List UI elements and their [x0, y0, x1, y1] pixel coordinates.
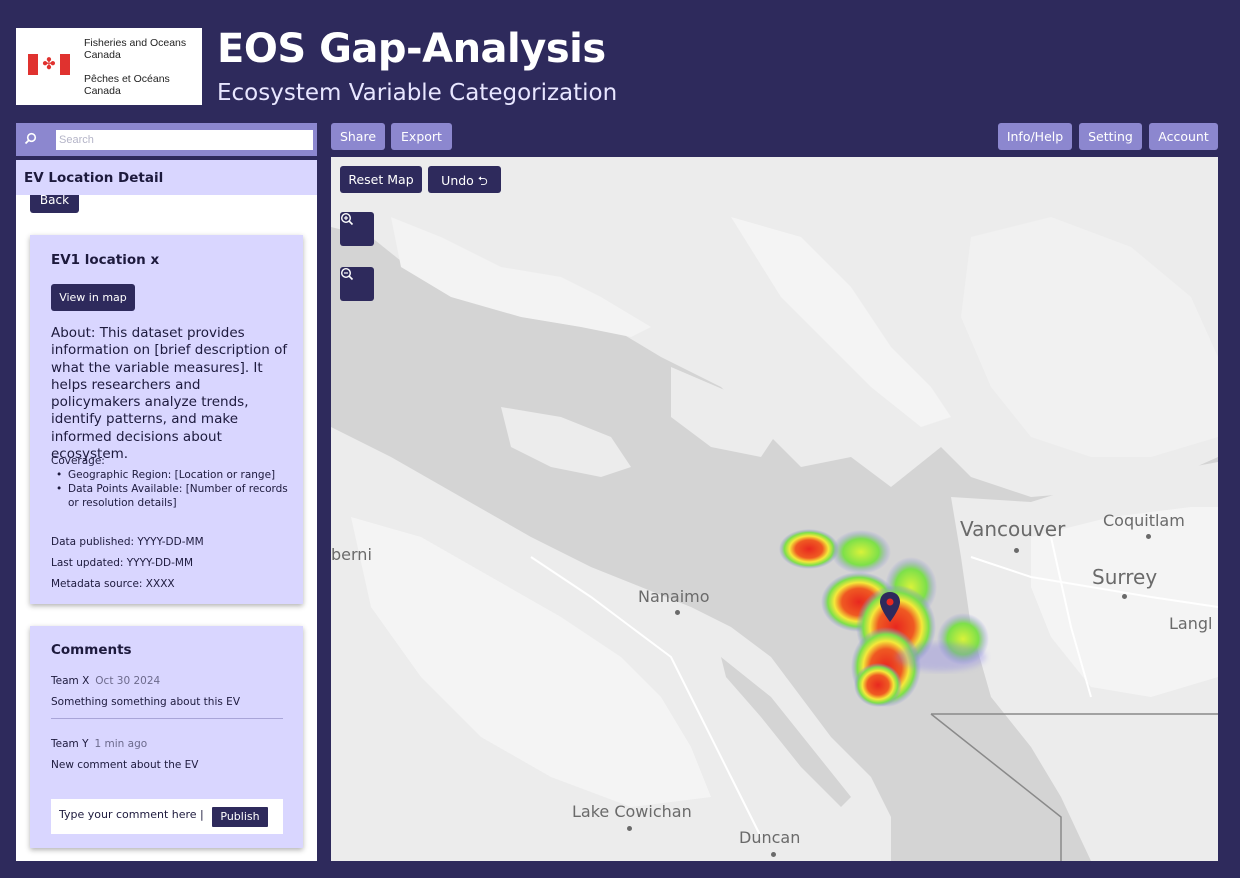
place-label-coquitlam: Coquitlam — [1103, 511, 1185, 530]
comment-author: Team X — [51, 675, 90, 687]
metadata-source: Metadata source: XXXX — [51, 578, 175, 590]
reset-map-button[interactable]: Reset Map — [340, 166, 422, 193]
comments-title: Comments — [51, 642, 132, 658]
ev-coverage: Coverage: Geographic Region: [Location o… — [51, 454, 291, 510]
place-label-duncan: Duncan — [739, 828, 801, 847]
comment-composer: Publish — [51, 799, 283, 834]
view-in-map-button[interactable]: View in map — [51, 284, 135, 311]
map-view[interactable]: Vancouver Coquitlam Surrey Langl Nanaimo… — [331, 157, 1218, 861]
updated-date: Last updated: YYYY-DD-MM — [51, 557, 194, 569]
canada-flag-icon: ✤ — [28, 54, 70, 75]
coverage-list: Geographic Region: [Location or range] D… — [51, 468, 291, 510]
search-icon — [24, 132, 38, 146]
place-label-vancouver: Vancouver — [960, 517, 1066, 541]
city-dot — [1146, 534, 1151, 539]
city-dot — [1122, 594, 1127, 599]
comment-author: Team Y — [51, 738, 89, 750]
comment-divider — [51, 718, 283, 719]
city-dot — [675, 610, 680, 615]
comment-text: Something something about this EV — [51, 696, 240, 708]
share-button[interactable]: Share — [331, 123, 385, 150]
undo-button[interactable]: Undo ⮌ — [428, 166, 501, 193]
city-dot — [1014, 548, 1019, 553]
ev-detail-card: EV1 location x View in map About: This d… — [30, 235, 303, 604]
comments-card: Comments Team X Oct 30 2024 Something som… — [30, 626, 303, 848]
coverage-item: Geographic Region: [Location or range] — [56, 468, 291, 482]
ev-detail-panel: EV Location Detail Back EV1 location x V… — [16, 160, 317, 861]
info-help-button[interactable]: Info/Help — [998, 123, 1072, 150]
city-dot — [627, 826, 632, 831]
map-base — [331, 157, 1218, 861]
dfo-logo: ✤ Fisheries and Oceans Canada Pêches et … — [16, 28, 202, 105]
search-input[interactable] — [56, 130, 313, 150]
place-label-port-alberni: berni — [331, 545, 372, 564]
comment-time: Oct 30 2024 — [95, 675, 161, 687]
ev-title: EV1 location x — [51, 252, 160, 268]
zoom-out-button[interactable] — [340, 267, 374, 301]
app-subtitle: Ecosystem Variable Categorization — [217, 80, 618, 106]
export-button[interactable]: Export — [391, 123, 452, 150]
zoom-out-icon — [340, 267, 354, 281]
search-bar — [16, 123, 317, 156]
panel-title: EV Location Detail — [16, 160, 317, 195]
app-title: EOS Gap-Analysis — [217, 26, 606, 72]
logo-english: Fisheries and Oceans Canada — [84, 37, 187, 61]
published-date: Data published: YYYY-DD-MM — [51, 536, 204, 548]
comment-header: Team Y 1 min ago — [51, 738, 147, 750]
comment-text: New comment about the EV — [51, 759, 199, 771]
publish-button[interactable]: Publish — [212, 807, 268, 827]
comment-time: 1 min ago — [94, 738, 148, 750]
zoom-in-button[interactable] — [340, 212, 374, 246]
comment-input[interactable] — [59, 808, 204, 821]
zoom-in-icon — [340, 212, 354, 226]
setting-button[interactable]: Setting — [1079, 123, 1142, 150]
place-label-nanaimo: Nanaimo — [638, 587, 710, 606]
coverage-label: Coverage: — [51, 455, 105, 467]
account-button[interactable]: Account — [1149, 123, 1218, 150]
place-label-surrey: Surrey — [1092, 565, 1158, 589]
comment-header: Team X Oct 30 2024 — [51, 675, 160, 687]
ev-about: About: This dataset provides information… — [51, 325, 288, 463]
logo-french: Pêches et Océans Canada — [84, 73, 170, 97]
place-label-langley: Langl — [1169, 614, 1213, 633]
coverage-item: Data Points Available: [Number of record… — [56, 482, 291, 510]
place-label-lake-cowichan: Lake Cowichan — [572, 802, 692, 821]
city-dot — [771, 852, 776, 857]
